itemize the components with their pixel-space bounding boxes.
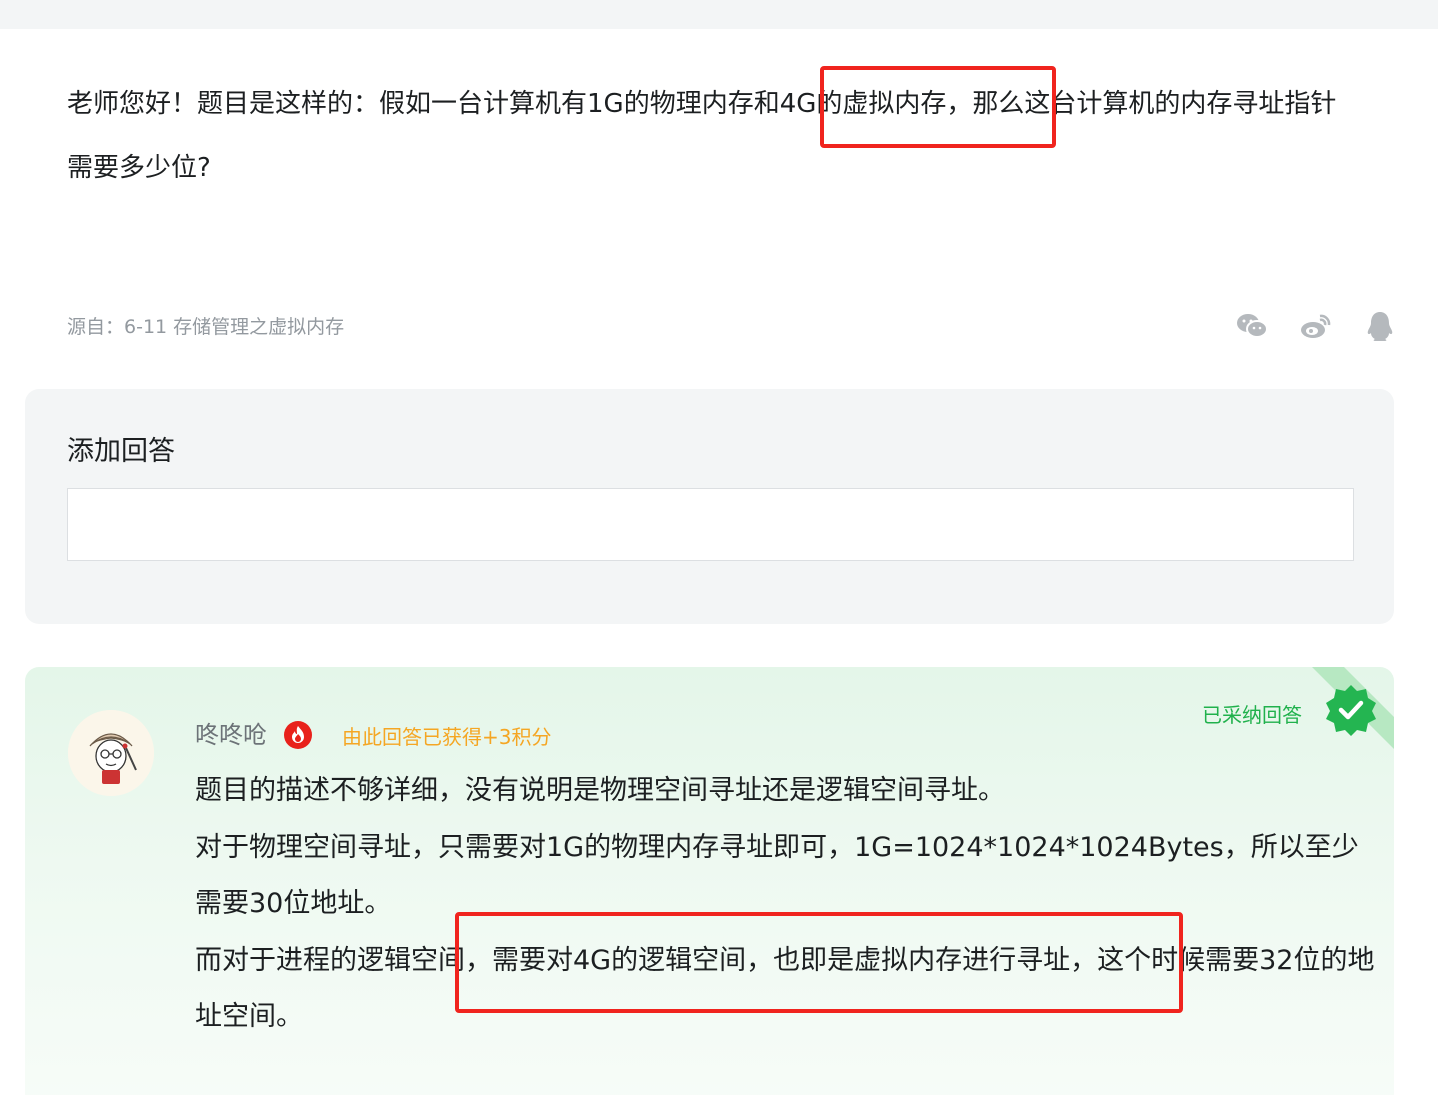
- qq-icon[interactable]: [1362, 308, 1398, 344]
- source-link[interactable]: 源自：6-11 存储管理之虚拟内存: [67, 312, 344, 339]
- points-earned-text: 由此回答已获得+3积分: [342, 725, 552, 749]
- answer-paragraph: 题目的描述不够详细，没有说明是物理空间寻址还是逻辑空间寻址。: [195, 775, 1005, 806]
- answer-username[interactable]: 咚咚呛: [195, 715, 267, 750]
- accepted-check-icon: [1326, 685, 1376, 736]
- weibo-icon[interactable]: [1298, 308, 1334, 344]
- highlight-box-answer: [455, 912, 1183, 1013]
- question-text: 老师您好！题目是这样的：假如一台计算机有1G的物理内存和4G的虚拟内存，那么这台…: [67, 89, 1337, 183]
- top-strip: [0, 0, 1438, 29]
- add-answer-title: 添加回答: [67, 436, 175, 467]
- wechat-icon[interactable]: [1234, 308, 1270, 344]
- highlight-box-question: [820, 66, 1056, 148]
- answer-input[interactable]: [67, 488, 1354, 561]
- fire-icon: [284, 721, 312, 749]
- add-answer-panel: 添加回答: [25, 389, 1394, 624]
- accepted-answer-card: 咚咚呛 由此回答已获得+3积分 已采纳回答 题目的描述不够详细，没有说明是物理空…: [25, 667, 1394, 1095]
- accepted-label: 已采纳回答: [1202, 703, 1302, 727]
- avatar[interactable]: [68, 710, 154, 796]
